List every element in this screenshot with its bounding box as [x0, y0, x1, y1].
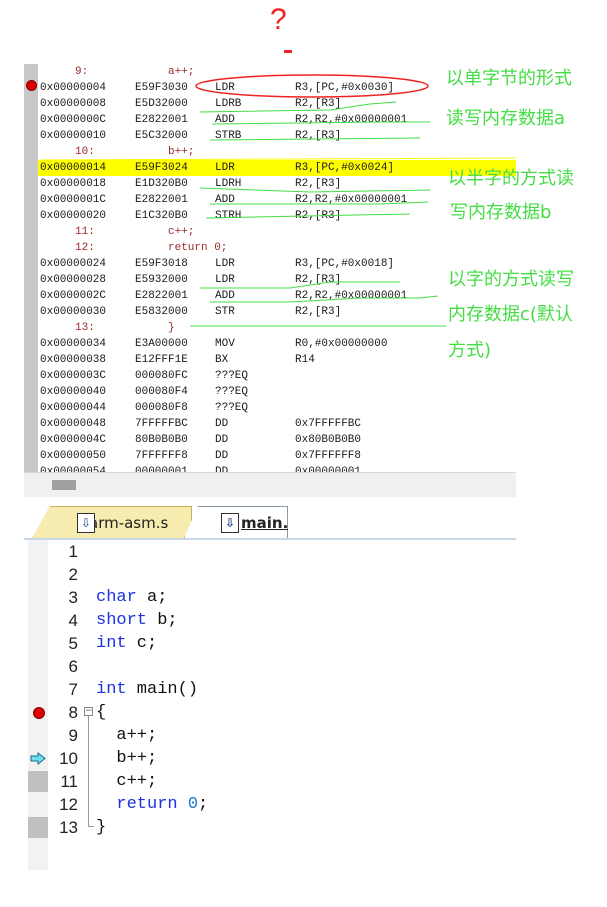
line-marker [28, 817, 48, 838]
fold-guide-line [88, 716, 89, 826]
green-underline [205, 213, 411, 219]
editor-line[interactable]: 1 [24, 540, 516, 563]
tab-label: main.c [241, 513, 298, 532]
annotation-note: 读写内存数据a [446, 108, 566, 129]
editor-line[interactable]: 12 return 0; [24, 793, 516, 816]
red-oval-highlight [195, 74, 429, 98]
line-number: 8 [68, 703, 78, 722]
green-underline [39, 157, 517, 161]
annotation-note: 方式) [448, 340, 492, 361]
editor-line[interactable]: 13} [24, 816, 516, 839]
annotation-note: 写内存数据b [450, 202, 552, 223]
green-underline [210, 201, 429, 205]
line-number: 12 [59, 795, 78, 814]
code-text: } [96, 818, 107, 837]
editor-line[interactable]: 5 int c; [24, 632, 516, 655]
line-number: 2 [68, 565, 78, 584]
current-line-arrow-icon [30, 752, 46, 765]
line-number: 5 [68, 634, 78, 653]
annotation-note: 以半字的方式读 [448, 168, 574, 189]
green-underline [209, 137, 421, 141]
tab-main-c[interactable]: ⇩ main.c [184, 506, 288, 538]
code-text: a++; [96, 726, 158, 745]
green-underline [200, 281, 400, 289]
source-file-icon: ⇩ [221, 513, 239, 533]
editor-line[interactable]: 6 [24, 655, 516, 678]
fold-toggle-icon[interactable]: − [84, 707, 93, 716]
editor-line[interactable]: 11 c++; [24, 770, 516, 793]
tab-arm-asm[interactable]: ⇩ arm-asm.s [32, 506, 192, 538]
line-number: 9 [68, 726, 78, 745]
line-marker [28, 771, 48, 792]
line-number: 13 [59, 818, 78, 837]
source-file-icon: ⇩ [77, 513, 95, 533]
annotation-note: 内存数据c(默认 [448, 304, 573, 325]
code-text: c++; [96, 772, 158, 791]
green-underline [199, 187, 431, 193]
editor-line[interactable]: 8{ [24, 701, 516, 724]
editor-line[interactable]: 9 a++; [24, 724, 516, 747]
green-underline [210, 295, 439, 303]
source-editor[interactable]: 1 2 3 char a; 4 short b; 5 int c; 6 7 int main() 8{… [24, 540, 516, 870]
editor-line[interactable]: 4 short b; [24, 609, 516, 632]
green-underline [211, 121, 430, 125]
code-text: return 0; [116, 795, 209, 814]
annotation-note: 以字的方式读写 [448, 269, 574, 290]
line-number: 11 [60, 772, 78, 791]
code-text: short b; [96, 611, 178, 630]
line-number: 4 [68, 611, 78, 630]
editor-line[interactable]: 3 char a; [24, 586, 516, 609]
green-underline [199, 101, 397, 113]
fold-guide-end [88, 826, 94, 827]
line-number: 6 [68, 657, 78, 676]
editor-tab-bar: ⇩ arm-asm.s ⇩ main.c [24, 504, 516, 541]
line-number: 1 [68, 542, 78, 561]
tab-label: arm-asm.s [89, 513, 169, 532]
editor-line[interactable]: 2 [24, 563, 516, 586]
code-text: int c; [96, 634, 158, 653]
annotation-note: 以单字节的形式 [446, 68, 572, 89]
code-text: char a; [96, 588, 168, 607]
line-number: 7 [68, 680, 78, 699]
code-text: b++; [96, 749, 158, 768]
code-text: { [96, 703, 107, 722]
line-number: 10 [59, 749, 78, 768]
line-number: 3 [68, 588, 78, 607]
breakpoint-icon[interactable] [33, 707, 45, 719]
editor-line[interactable]: 7 int main() [24, 678, 516, 701]
editor-line[interactable]: 10 b++; [24, 747, 516, 770]
code-text: int main() [96, 680, 199, 699]
